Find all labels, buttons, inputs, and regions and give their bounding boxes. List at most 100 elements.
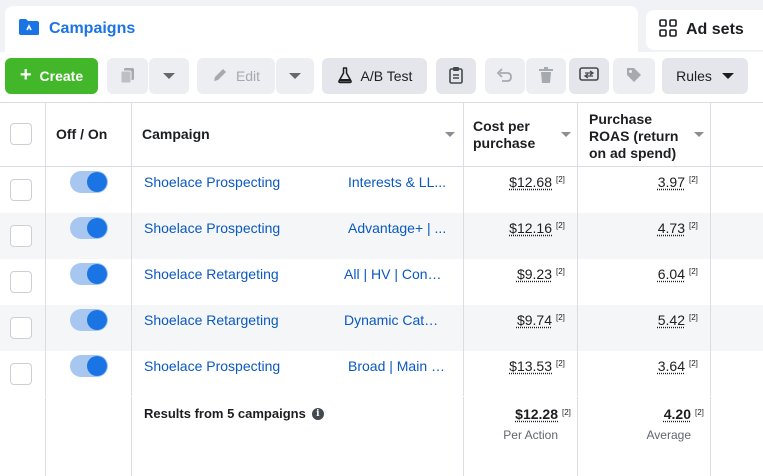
summary-cost-sublabel: Per Action	[503, 428, 558, 442]
tab-ad-sets[interactable]: Ad sets	[646, 10, 763, 50]
purchase-roas-value[interactable]: 6.04	[600, 266, 685, 282]
summary-roas-sublabel: Average	[646, 428, 691, 442]
plus-icon: +	[19, 64, 32, 86]
toggle-knob	[87, 172, 107, 192]
adset-name-link[interactable]: All | HV | Conv...	[344, 266, 444, 282]
clipboard-button[interactable]	[436, 58, 476, 94]
divider	[45, 167, 46, 396]
campaign-name-link[interactable]: Shoelace Prospecting	[144, 174, 280, 190]
on-off-toggle[interactable]	[70, 263, 108, 285]
campaign-name-link[interactable]: Shoelace Prospecting	[144, 220, 280, 236]
grid-icon	[658, 18, 678, 43]
compare-button[interactable]	[569, 58, 609, 94]
footnote: [2]	[689, 267, 698, 276]
purchase-roas-value[interactable]: 3.97	[600, 174, 685, 190]
create-button-label: Create	[39, 68, 84, 84]
cost-per-purchase-value[interactable]: $12.68	[470, 174, 552, 190]
row-checkbox[interactable]	[10, 271, 32, 293]
footnote: [2]	[695, 408, 704, 417]
row-checkbox[interactable]	[10, 179, 32, 201]
summary-title-label: Results from 5 campaigns	[144, 406, 306, 421]
footnote: [2]	[556, 313, 565, 322]
duplicate-dropdown-button[interactable]	[149, 58, 189, 94]
on-off-toggle[interactable]	[70, 309, 108, 331]
footnote: [2]	[689, 221, 698, 230]
select-all-checkbox[interactable]	[10, 123, 32, 145]
ab-test-button-label: A/B Test	[360, 68, 413, 84]
column-header-purchase-roas[interactable]: Purchase ROAS (return on ad spend)	[589, 111, 694, 162]
flask-icon	[337, 66, 353, 87]
campaign-name-link[interactable]: Shoelace Retargeting	[144, 312, 279, 328]
on-off-toggle[interactable]	[70, 217, 108, 239]
column-header-off-on[interactable]: Off / On	[56, 126, 107, 143]
footnote: [2]	[556, 175, 565, 184]
adset-name-link[interactable]: Broad | Main | ...	[348, 358, 448, 374]
delete-button[interactable]	[526, 58, 566, 94]
footnote: [2]	[689, 359, 698, 368]
summary-title: Results from 5 campaigns i	[144, 406, 324, 421]
purchase-roas-value[interactable]: 4.73	[600, 220, 685, 236]
summary-cost-value[interactable]: $12.28	[470, 406, 558, 422]
adset-name-link[interactable]: Interests & LL...	[348, 174, 448, 190]
on-off-toggle[interactable]	[70, 171, 108, 193]
divider	[710, 167, 711, 396]
ab-test-button[interactable]: A/B Test	[322, 58, 427, 94]
sort-icon[interactable]	[694, 132, 704, 137]
tab-campaigns[interactable]: Campaigns	[5, 6, 638, 52]
campaign-name-link[interactable]: Shoelace Prospecting	[144, 358, 280, 374]
cost-per-purchase-value[interactable]: $9.23	[470, 266, 552, 282]
duplicate-button[interactable]	[107, 58, 148, 94]
compare-icon	[579, 66, 599, 87]
divider	[131, 167, 132, 396]
summary-roas-value[interactable]: 4.20	[600, 406, 691, 422]
footnote: [2]	[556, 359, 565, 368]
duplicate-icon	[119, 66, 137, 87]
cost-per-purchase-value[interactable]: $12.16	[470, 220, 552, 236]
tab-bar: Campaigns Ad sets	[0, 0, 763, 52]
footnote: [2]	[556, 221, 565, 230]
column-header-cost-per-purchase[interactable]: Cost per purchase	[473, 118, 553, 152]
footnote: [2]	[556, 267, 565, 276]
tab-ad-sets-label: Ad sets	[686, 21, 744, 38]
tag-icon	[625, 66, 643, 87]
clipboard-icon	[448, 66, 464, 87]
row-checkbox[interactable]	[10, 317, 32, 339]
column-header-campaign[interactable]: Campaign	[142, 126, 210, 143]
divider	[0, 102, 763, 103]
footnote: [2]	[562, 408, 571, 417]
chevron-down-icon	[289, 73, 301, 79]
sort-icon[interactable]	[561, 132, 571, 137]
purchase-roas-value[interactable]: 5.42	[600, 312, 685, 328]
cost-per-purchase-value[interactable]: $13.53	[470, 358, 552, 374]
on-off-toggle[interactable]	[70, 355, 108, 377]
undo-button[interactable]	[485, 58, 525, 94]
divider	[463, 167, 464, 396]
edit-button[interactable]: Edit	[197, 58, 275, 94]
chevron-down-icon	[721, 73, 734, 79]
adset-name-link[interactable]: Dynamic Catal...	[344, 312, 444, 328]
tag-button[interactable]	[613, 58, 655, 94]
row-checkbox[interactable]	[10, 363, 32, 385]
create-button[interactable]: + Create	[5, 58, 98, 94]
edit-dropdown-button[interactable]	[276, 58, 314, 94]
adset-name-link[interactable]: Advantage+ | ...	[348, 220, 448, 236]
purchase-roas-value[interactable]: 3.64	[600, 358, 685, 374]
folder-icon	[18, 18, 40, 41]
undo-icon	[496, 67, 514, 86]
chevron-down-icon	[163, 73, 175, 79]
tab-campaigns-label: Campaigns	[49, 20, 136, 37]
campaign-name-link[interactable]: Shoelace Retargeting	[144, 266, 279, 282]
divider	[577, 167, 578, 396]
toggle-knob	[87, 264, 107, 284]
toggle-knob	[87, 356, 107, 376]
edit-button-label: Edit	[235, 68, 261, 84]
trash-icon	[538, 66, 554, 87]
footnote: [2]	[689, 175, 698, 184]
pencil-icon	[212, 67, 228, 86]
cost-per-purchase-value[interactable]: $9.74	[470, 312, 552, 328]
row-checkbox[interactable]	[10, 225, 32, 247]
sort-icon[interactable]	[445, 132, 455, 137]
toolbar: + Create Edit A/B Test Rules	[0, 52, 763, 102]
rules-button[interactable]: Rules	[662, 58, 748, 94]
info-icon[interactable]: i	[311, 407, 324, 420]
